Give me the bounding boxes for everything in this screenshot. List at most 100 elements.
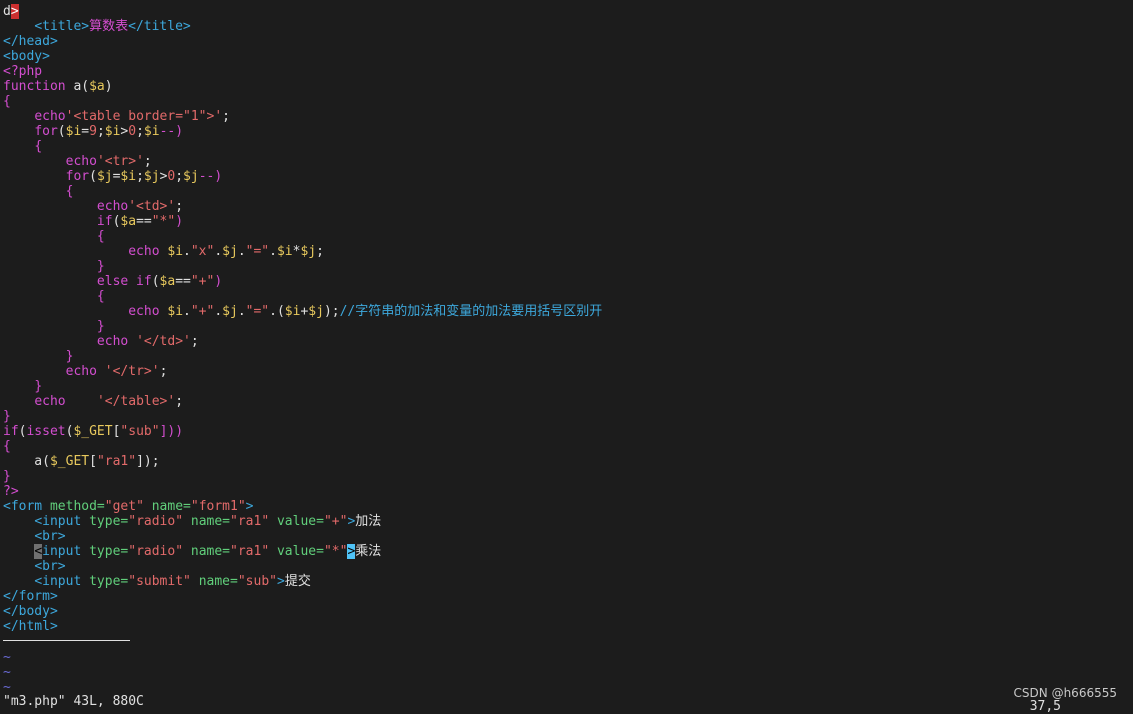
code-editor[interactable]: d> <title>算数表</title> </head> <body> <?php f… — [3, 4, 1133, 634]
code-token: $i — [65, 124, 82, 139]
code-line[interactable]: <input type="radio" name="ra1" value="+"… — [3, 514, 1133, 529]
code-line[interactable]: } — [3, 469, 1133, 484]
code-line[interactable]: echo $i."+".$j."=".($i+$j);//字符串的加法和变量的加… — [3, 304, 1133, 319]
code-token: "ra1" — [230, 544, 270, 559]
code-token: ]); — [136, 454, 160, 469]
code-token: name= — [143, 499, 191, 514]
code-line[interactable]: ?> — [3, 484, 1133, 499]
code-line[interactable]: <input type="radio" name="ra1" value="*"… — [3, 544, 1133, 559]
code-line[interactable]: echo '</tr>'; — [3, 364, 1133, 379]
code-token: > — [245, 499, 254, 514]
code-line[interactable]: echo '</td>'; — [3, 334, 1133, 349]
code-token: type= — [81, 514, 129, 529]
code-line[interactable]: <title>算数表</title> — [3, 19, 1133, 34]
code-line[interactable]: { — [3, 139, 1133, 154]
code-line[interactable]: if($a=="*") — [3, 214, 1133, 229]
code-token: "radio" — [128, 514, 184, 529]
code-token: "=" — [245, 244, 270, 259]
code-line[interactable]: <br> — [3, 529, 1133, 544]
code-token: "x" — [190, 244, 215, 259]
code-token: $i — [104, 124, 121, 139]
code-token: '<table border="1">' — [65, 109, 223, 124]
code-line[interactable]: } — [3, 349, 1133, 364]
code-token: <?php — [3, 64, 43, 79]
code-line[interactable]: echo '</table>'; — [3, 394, 1133, 409]
code-token: } — [3, 469, 11, 484]
code-token: { — [3, 94, 11, 109]
code-token: "sub" — [120, 424, 160, 439]
code-line[interactable]: <body> — [3, 49, 1133, 64]
code-line[interactable]: { — [3, 229, 1133, 244]
code-line[interactable]: } — [3, 409, 1133, 424]
code-line[interactable]: } — [3, 319, 1133, 334]
code-token: $i — [284, 304, 301, 319]
code-token: echo — [128, 244, 160, 259]
code-token: == — [136, 214, 152, 229]
code-token: ?> — [3, 484, 19, 499]
code-token: name= — [190, 574, 238, 589]
code-token: "ra1" — [96, 454, 137, 469]
code-line[interactable]: d> — [3, 4, 1133, 19]
code-token: 乘法 — [355, 544, 382, 559]
code-line[interactable]: } — [3, 259, 1133, 274]
code-token: '</td>' — [136, 334, 191, 349]
code-line[interactable]: echo'<tr>'; — [3, 154, 1133, 169]
code-line[interactable]: { — [3, 94, 1133, 109]
end-of-buffer-separator — [3, 640, 130, 641]
code-token: "sub" — [237, 574, 277, 589]
code-token: method= — [42, 499, 105, 514]
code-line[interactable]: for($i=9;$i>0;$i--) — [3, 124, 1133, 139]
code-token: = — [81, 124, 90, 139]
code-line[interactable]: if(isset($_GET["sub"])) — [3, 424, 1133, 439]
code-token: '</tr>' — [104, 364, 160, 379]
code-line[interactable]: for($j=$i;$j>0;$j--) — [3, 169, 1133, 184]
code-line[interactable]: <form method="get" name="form1"> — [3, 499, 1133, 514]
code-line[interactable]: echo'<td>'; — [3, 199, 1133, 214]
code-token: <br> — [34, 559, 66, 574]
code-token: echo — [128, 304, 160, 319]
code-token: a( — [3, 454, 50, 469]
code-line[interactable]: echo $i."x".$j."=".$i*$j; — [3, 244, 1133, 259]
code-line[interactable]: else if($a=="+") — [3, 274, 1133, 289]
code-token: '<tr>' — [96, 154, 144, 169]
code-token: '<td>' — [128, 199, 176, 214]
code-line[interactable]: function a($a) — [3, 79, 1133, 94]
code-token: </head> — [3, 34, 58, 49]
code-line[interactable]: } — [3, 379, 1133, 394]
code-token: value= — [269, 544, 324, 559]
code-line[interactable]: { — [3, 439, 1133, 454]
code-token: echo — [96, 199, 129, 214]
code-token: $j — [183, 169, 199, 184]
code-token: } — [96, 319, 105, 334]
code-token: ) — [104, 79, 113, 94]
code-token: type= — [81, 574, 129, 589]
code-line[interactable]: a($_GET["ra1"]); — [3, 454, 1133, 469]
code-token: else if — [96, 274, 152, 289]
code-token: $i — [143, 124, 160, 139]
code-token: . — [237, 304, 246, 319]
code-token: } — [3, 409, 11, 424]
code-line[interactable]: <br> — [3, 559, 1133, 574]
code-line[interactable]: { — [3, 184, 1133, 199]
code-token: ) — [214, 274, 223, 289]
code-line[interactable]: </body> — [3, 604, 1133, 619]
code-line[interactable]: <?php — [3, 64, 1133, 79]
code-line[interactable]: </form> — [3, 589, 1133, 604]
code-line[interactable]: echo'<table border="1">'; — [3, 109, 1133, 124]
code-line[interactable]: </head> — [3, 34, 1133, 49]
code-line[interactable]: <input type="submit" name="sub">提交 — [3, 574, 1133, 589]
code-line[interactable]: </html> — [3, 619, 1133, 634]
code-token: type= — [81, 544, 129, 559]
code-token: { — [96, 229, 105, 244]
code-line[interactable]: { — [3, 289, 1133, 304]
code-token: for — [34, 124, 58, 139]
code-token: echo — [96, 334, 129, 349]
